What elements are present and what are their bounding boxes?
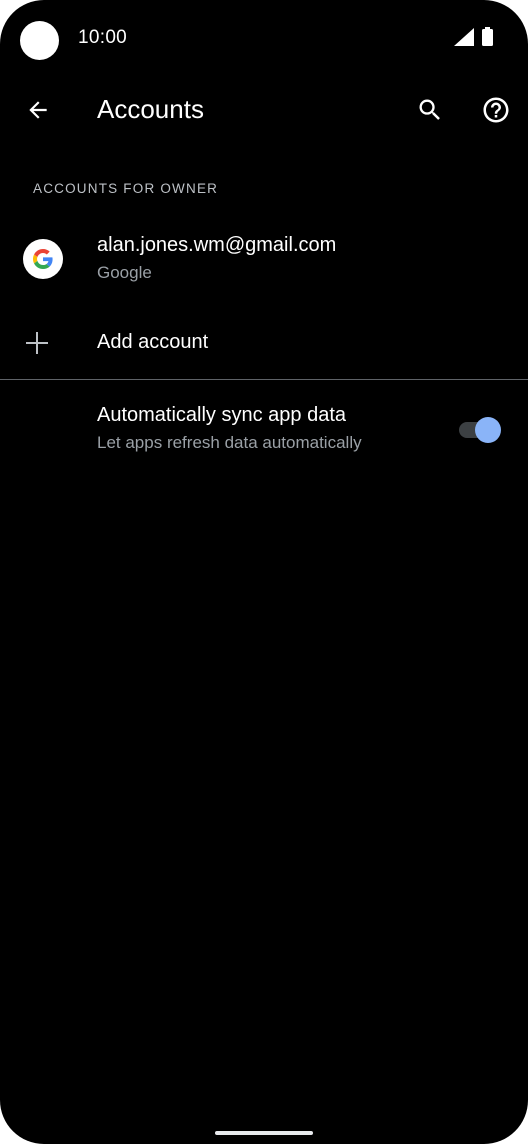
add-account-label: Add account xyxy=(97,331,209,353)
add-account-button[interactable]: Add account xyxy=(0,310,528,376)
search-icon xyxy=(419,99,440,120)
account-row[interactable]: alan.jones.wm@gmail.com Google xyxy=(0,216,528,302)
app-bar: Accounts xyxy=(0,80,528,142)
help-icon xyxy=(483,97,509,123)
auto-sync-row[interactable]: Automatically sync app data Let apps ref… xyxy=(0,384,528,474)
signal-icon xyxy=(454,28,474,46)
back-button[interactable] xyxy=(16,88,60,132)
google-account-avatar xyxy=(23,239,63,279)
gesture-navigation-bar[interactable] xyxy=(215,1131,313,1135)
auto-sync-subtitle: Let apps refresh data automatically xyxy=(97,433,362,452)
camera-cutout xyxy=(20,21,59,60)
battery-icon xyxy=(482,27,493,46)
search-button[interactable] xyxy=(408,88,452,132)
divider xyxy=(0,379,528,380)
auto-sync-title: Automatically sync app data xyxy=(97,404,347,426)
help-button[interactable] xyxy=(474,88,518,132)
toggle-thumb xyxy=(475,417,501,443)
back-arrow-icon xyxy=(29,101,47,119)
account-type: Google xyxy=(97,263,152,282)
status-time: 10:00 xyxy=(78,27,128,48)
plus-icon xyxy=(26,332,48,354)
phone-screen: 10:00 Accounts ACCOUNTS FOR OWNER alan.j… xyxy=(0,0,528,1144)
section-header: ACCOUNTS FOR OWNER xyxy=(33,181,219,196)
status-bar: 10:00 xyxy=(0,0,528,80)
page-title: Accounts xyxy=(97,94,204,124)
google-logo-icon xyxy=(33,249,53,269)
account-email: alan.jones.wm@gmail.com xyxy=(97,234,337,256)
auto-sync-toggle[interactable] xyxy=(458,417,502,443)
